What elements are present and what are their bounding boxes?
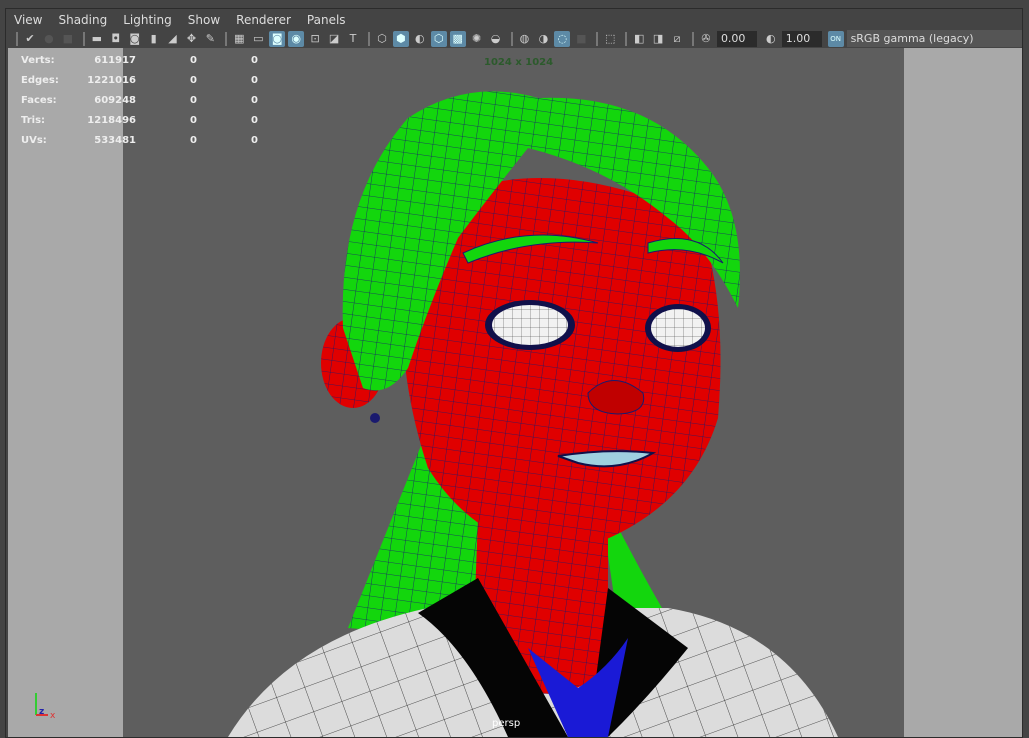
gamma-field[interactable]: 1.00 [781, 30, 822, 47]
lock-camera-icon[interactable]: ◘ [108, 31, 124, 47]
2d-pan-zoom-icon[interactable]: ✥ [184, 31, 200, 47]
hud-value: 1218496 [87, 114, 136, 126]
hud-value: 609248 [94, 94, 136, 106]
hud-label: UVs: [21, 134, 47, 146]
camera-name-label: persp [492, 718, 521, 729]
svg-text:z: z [39, 707, 44, 717]
hud-row-faces: Faces: 609248 0 0 [21, 90, 258, 110]
resolution-gate-icon[interactable]: ◙ [269, 30, 286, 47]
menu-lighting[interactable]: Lighting [115, 11, 180, 29]
bookmark-flag-icon[interactable]: ▮ [146, 31, 162, 47]
hud-value: 1221016 [87, 74, 136, 86]
xray-active-icon[interactable]: ◨ [650, 31, 666, 47]
screen-space-ao-icon[interactable]: ◍ [517, 31, 533, 47]
image-plane-icon[interactable]: ◢ [165, 31, 181, 47]
gate-mask-icon[interactable]: ◉ [288, 30, 305, 47]
shadows-icon[interactable]: ◒ [488, 31, 504, 47]
toolbar-separator [367, 31, 370, 46]
field-chart-icon[interactable]: ⊡ [307, 31, 323, 47]
character-model[interactable] [8, 48, 1022, 737]
hud-label: Tris: [21, 114, 46, 126]
menu-panels[interactable]: Panels [299, 11, 354, 29]
hud-label: Verts: [21, 54, 55, 66]
hud-comp: 0 [251, 54, 258, 66]
motion-blur-icon[interactable]: ◑ [535, 31, 551, 47]
hud-value: 611917 [94, 54, 136, 66]
hud-comp: 0 [251, 74, 258, 86]
default-material-icon[interactable]: ◐ [412, 31, 428, 47]
hud-sel: 0 [190, 54, 197, 66]
xray-icon[interactable]: ▩ [449, 30, 466, 47]
panel-toolbar: ✔ ● ■ ▬ ◘ ◙ ▮ ◢ ✥ ✎ ▦ ▭ ◙ ◉ ⊡ ◪ T ⬡ ⬢ ◐ ⬡ ▩ ✺ ◒ ◍ ◑ ◌ ■ ⬚ ◧ ◨ ⧄ ✇ 0.00 ◐ 1.… [6, 29, 1022, 48]
hud-row-verts: Verts: 611917 0 0 [21, 50, 258, 70]
xray-joints-icon[interactable]: ◧ [631, 31, 647, 47]
hud-value: 533481 [94, 134, 136, 146]
axis-indicator-icon: z x [35, 693, 56, 721]
film-gate-icon[interactable]: ▭ [250, 31, 266, 47]
depth-of-field-icon[interactable]: ■ [573, 31, 589, 47]
toolbar-separator [510, 31, 513, 46]
hud-comp: 0 [251, 94, 258, 106]
toolbar-separator [82, 31, 85, 46]
hud-sel: 0 [190, 94, 197, 106]
isolate-select-icon[interactable]: ⬚ [602, 31, 618, 47]
hud-sel: 0 [190, 114, 197, 126]
exposure-field[interactable]: 0.00 [716, 30, 757, 47]
menu-renderer[interactable]: Renderer [228, 11, 299, 29]
grid-icon[interactable]: ▦ [231, 31, 247, 47]
hud-label: Edges: [21, 74, 59, 86]
select-camera-icon[interactable]: ✔ [22, 31, 38, 47]
hud-row-uvs: UVs: 533481 0 0 [21, 130, 258, 150]
camera-snapshot-icon[interactable]: ◙ [127, 31, 143, 47]
view-transform-dropdown[interactable]: sRGB gamma (legacy) [846, 30, 1022, 47]
hud-label: Faces: [21, 94, 57, 106]
toolbar-separator [596, 31, 599, 46]
smooth-shade-icon[interactable]: ⬢ [392, 30, 409, 47]
hud-row-tris: Tris: 1218496 0 0 [21, 110, 258, 130]
toolbar-separator [625, 31, 628, 46]
safe-title-icon[interactable]: T [345, 31, 361, 47]
bookmark-icon[interactable]: ■ [60, 31, 76, 47]
resolution-label: 1024 x 1024 [484, 57, 554, 68]
3d-viewport[interactable]: Verts: 611917 0 0 Edges: 1221016 0 0 Faces: 60924… [8, 48, 1022, 737]
menu-show[interactable]: Show [180, 11, 228, 29]
color-management-on-icon[interactable]: ON [827, 30, 844, 47]
safe-action-icon[interactable]: ◪ [326, 31, 342, 47]
exposure-icon[interactable]: ✇ [698, 31, 714, 47]
menu-view[interactable]: View [6, 11, 50, 29]
grease-pencil-icon[interactable]: ✎ [202, 31, 218, 47]
hud-comp: 0 [251, 134, 258, 146]
hud-sel: 0 [190, 74, 197, 86]
toolbar-separator [692, 31, 694, 46]
use-all-lights-icon[interactable]: ✺ [469, 31, 485, 47]
wireframe-on-shaded-icon[interactable]: ⬡ [430, 30, 447, 47]
toolbar-separator [225, 31, 228, 46]
hud-row-edges: Edges: 1221016 0 0 [21, 70, 258, 90]
multisample-aa-icon[interactable]: ◌ [554, 30, 571, 47]
poly-count-hud: Verts: 611917 0 0 Edges: 1221016 0 0 Faces: 60924… [21, 50, 258, 150]
panel-menu-bar: View Shading Lighting Show Renderer Panels [6, 11, 354, 29]
backface-culling-icon[interactable]: ⧄ [669, 31, 685, 47]
wireframe-icon[interactable]: ⬡ [374, 31, 390, 47]
camera-icon[interactable]: ▬ [89, 31, 105, 47]
hud-sel: 0 [190, 134, 197, 146]
svg-text:x: x [50, 711, 56, 721]
hud-comp: 0 [251, 114, 258, 126]
menu-shading[interactable]: Shading [50, 11, 115, 29]
viewport-panel: View Shading Lighting Show Renderer Panels ✔ ●… [5, 8, 1023, 738]
gamma-icon[interactable]: ◐ [763, 31, 779, 47]
toolbar-separator [16, 31, 18, 46]
camera-attributes-icon[interactable]: ● [41, 31, 57, 47]
